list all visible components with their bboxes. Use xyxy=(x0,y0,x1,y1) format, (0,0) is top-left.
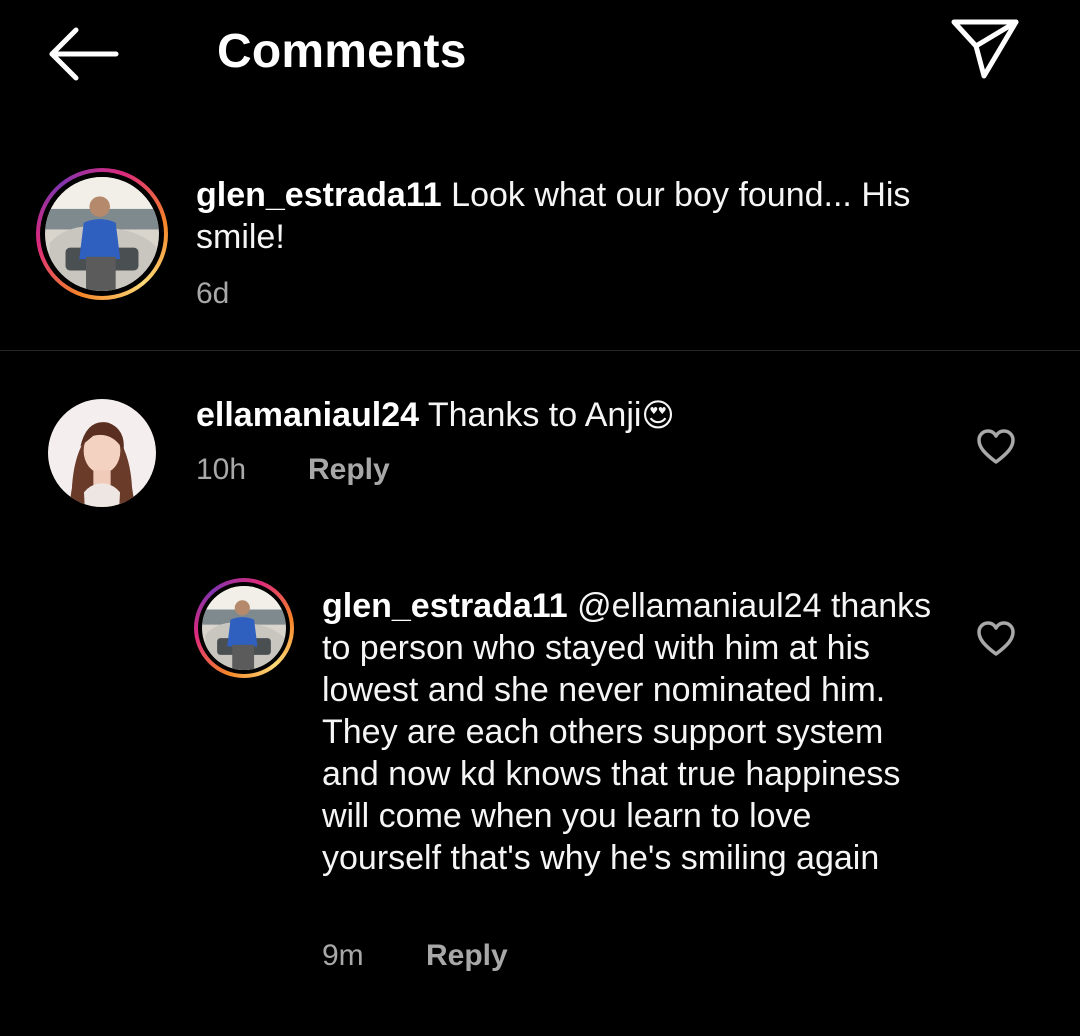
avatar-photo xyxy=(48,399,156,507)
avatar-photo xyxy=(45,177,159,291)
share-button[interactable] xyxy=(946,14,1024,84)
heart-icon xyxy=(977,429,1015,464)
comment-reply-button[interactable]: Reply xyxy=(308,450,390,490)
reply-text: glen_estrada11 @ellamaniaul24 thanks to … xyxy=(322,585,934,879)
comment-text: ellamaniaul24 Thanks to Anji😍 xyxy=(196,394,956,436)
comment-username[interactable]: ellamaniaul24 xyxy=(196,396,419,434)
comment-like-button[interactable] xyxy=(976,428,1016,466)
caption-username[interactable]: glen_estrada11 xyxy=(196,176,442,214)
reply-username[interactable]: glen_estrada11 xyxy=(322,587,568,625)
reply-time: 9m xyxy=(322,939,364,972)
reply-reply-button[interactable]: Reply xyxy=(426,936,508,976)
comment-body: Thanks to Anji xyxy=(427,396,642,434)
heart-eyes-emoji: 😍 xyxy=(641,396,675,434)
back-button[interactable] xyxy=(44,22,124,86)
caption-avatar[interactable] xyxy=(36,168,168,300)
reply-body: thanks to person who stayed with him at … xyxy=(322,587,932,877)
reply-avatar[interactable] xyxy=(194,578,294,678)
reply-mention[interactable]: @ellamaniaul24 xyxy=(577,587,821,625)
avatar-photo xyxy=(202,586,286,670)
caption-text: glen_estrada11 Look what our boy found..… xyxy=(196,174,996,258)
comment-time: 10h xyxy=(196,453,247,486)
comment-avatar[interactable] xyxy=(48,399,156,507)
divider xyxy=(0,350,1080,351)
paper-plane-icon xyxy=(951,19,1019,79)
arrow-left-icon xyxy=(49,27,119,81)
heart-icon xyxy=(977,621,1015,656)
page-title: Comments xyxy=(217,25,467,78)
reply-like-button[interactable] xyxy=(976,620,1016,658)
caption-time: 6d xyxy=(196,277,230,310)
